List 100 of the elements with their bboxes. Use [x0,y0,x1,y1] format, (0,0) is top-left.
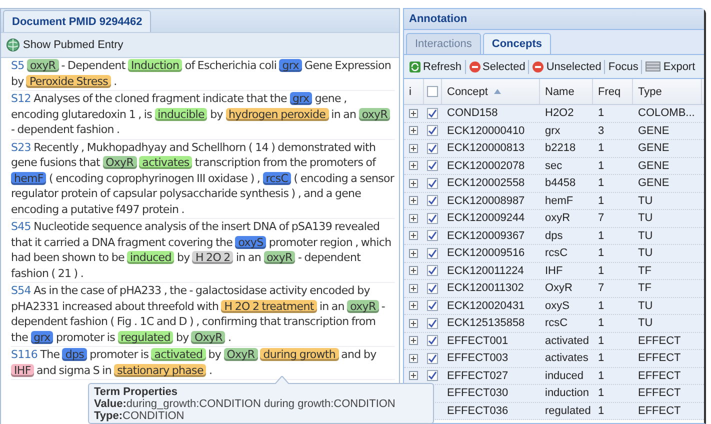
term-highlight[interactable]: grx [279,59,302,72]
table-cell-text: TU [637,246,654,262]
expand-icon[interactable] [409,318,418,328]
term-highlight[interactable]: Induction [128,59,182,72]
checkbox[interactable] [427,248,438,259]
table-cell-text: GENE [637,176,670,192]
term-highlight[interactable]: Peroxide Stress [26,74,112,88]
checkbox[interactable] [427,230,438,242]
expand-icon[interactable] [409,371,418,380]
term-highlight[interactable]: grx [30,330,54,344]
term-highlight[interactable]: oxyS [235,236,266,248]
term-highlight[interactable]: activates [139,156,192,169]
column-header[interactable]: Freq [593,79,633,104]
expand-icon[interactable] [409,178,418,188]
term-highlight[interactable]: inducible [154,108,208,120]
show-pubmed-button[interactable]: Show Pubmed Entry [3,38,126,52]
table-cell-text: EFFECT003 [446,351,510,366]
tab[interactable]: Concepts [482,33,551,54]
term-highlight[interactable]: rcsC [262,172,292,184]
column-header[interactable]: Name [540,79,593,104]
toolbar-button[interactable]: Selected [466,60,528,72]
property-value: CONDITION [122,410,184,422]
expand-icon[interactable] [409,284,418,293]
table-cell-text: dps [544,228,564,244]
checkbox[interactable] [427,318,438,329]
checkbox[interactable] [427,282,438,294]
table-cell-text: induction [544,386,590,402]
term-highlight[interactable]: oxyR [347,300,379,312]
toolbar-button[interactable]: Focus [606,60,640,72]
sentence-id[interactable]: S12 [11,92,31,105]
expand-icon[interactable] [409,126,418,136]
expand-icon[interactable] [409,248,418,258]
table-cell-text: EFFECT [637,334,682,349]
table-cell-text: ECK125135858 [446,316,526,332]
document-tab[interactable]: Document PMID 9294462 [3,10,152,32]
term-highlight[interactable]: H 2O 2 treatment [221,300,317,312]
table-cell-text: 1 [597,194,606,209]
expand-icon[interactable] [409,214,418,223]
term-highlight[interactable]: stationary phase [114,364,206,376]
checkbox[interactable] [427,212,438,224]
term-highlight[interactable]: regulated [118,330,174,344]
toolbar-button[interactable]: Export [643,60,698,72]
table-cell-text: 7 [597,211,606,226]
term-highlight[interactable]: oxyR [264,251,296,264]
table-cell-text: ECK120011302 [446,281,525,296]
table-cell-text: GENE [637,124,670,139]
term-highlight[interactable]: during growth [260,348,338,361]
sentence: S23 Recently , Mukhopadhyay and Schellhorn ( 14 ) demonstrated with gene fusions that OxyR activates transcription from the promoters of hemF ( encoding coprophyrinogen III oxidase ) , rcsC ( encoding a sensor regulator protein of capsular polysaccharide synthesis ) , and a gene encoding a putative f497 protein . [11,140,395,219]
checkbox[interactable] [427,86,438,97]
column-header[interactable]: Type [633,79,702,104]
checkbox[interactable] [427,125,438,136]
expand-icon[interactable] [409,301,418,310]
expand-icon[interactable] [409,108,418,118]
toolbar-button[interactable]: Unselected [530,60,604,72]
term-highlight[interactable]: H 2O 2 [192,251,234,264]
term-highlight[interactable]: activated [151,348,206,361]
expand-icon[interactable] [409,336,418,346]
table-cell-text: ECK120009244 [446,211,526,226]
checkbox[interactable] [427,160,438,172]
table-cell-text: 1 [597,386,606,402]
term-highlight[interactable]: OxyR [102,156,137,169]
checkbox[interactable] [427,352,438,364]
term-highlight[interactable]: IHF [11,364,34,376]
checkbox[interactable] [427,108,438,119]
checkbox[interactable] [427,142,438,154]
checkbox[interactable] [427,370,438,382]
toolbar-button[interactable]: Refresh [407,60,464,72]
expand-icon[interactable] [409,144,418,153]
term-highlight[interactable]: grx [290,92,312,105]
table-cell-text: 1 [597,351,606,366]
expand-icon[interactable] [409,354,418,363]
term-highlight[interactable]: hydrogen peroxide [226,108,329,120]
checkbox[interactable] [427,300,438,312]
table-cell-text: activates [544,351,590,366]
sentence-id[interactable]: S54 [11,284,31,297]
table-cell-text: 1 [597,228,606,244]
table-cell-text: regulated [544,404,592,419]
term-highlight[interactable]: oxyR [358,108,390,120]
sentence-id[interactable]: S116 [11,348,38,361]
checkbox[interactable] [427,265,438,276]
checkbox[interactable] [427,335,438,346]
term-highlight[interactable]: hemF [11,172,46,184]
expand-icon[interactable] [409,231,418,240]
term-highlight[interactable]: OxyR [224,348,258,361]
expand-icon[interactable] [409,161,418,170]
expand-icon[interactable] [409,266,418,276]
checkbox[interactable] [427,178,438,189]
checkbox[interactable] [427,195,438,206]
sentence-id[interactable]: S23 [11,140,31,154]
term-highlight[interactable]: OxyR [191,330,226,344]
expand-icon[interactable] [409,196,418,206]
term-highlight[interactable]: induced [127,251,174,264]
sentence-id[interactable]: S45 [11,220,31,233]
term-highlight[interactable]: dps [62,348,87,361]
term-highlight[interactable]: oxyR [26,59,59,72]
table-cell-text: ECK120008987 [446,194,526,209]
sentence-id[interactable]: S5 [11,59,24,72]
column-header[interactable]: Concept [442,79,540,104]
column-header[interactable]: i [404,79,424,104]
table-cell-text: COLOMB... [637,106,696,122]
